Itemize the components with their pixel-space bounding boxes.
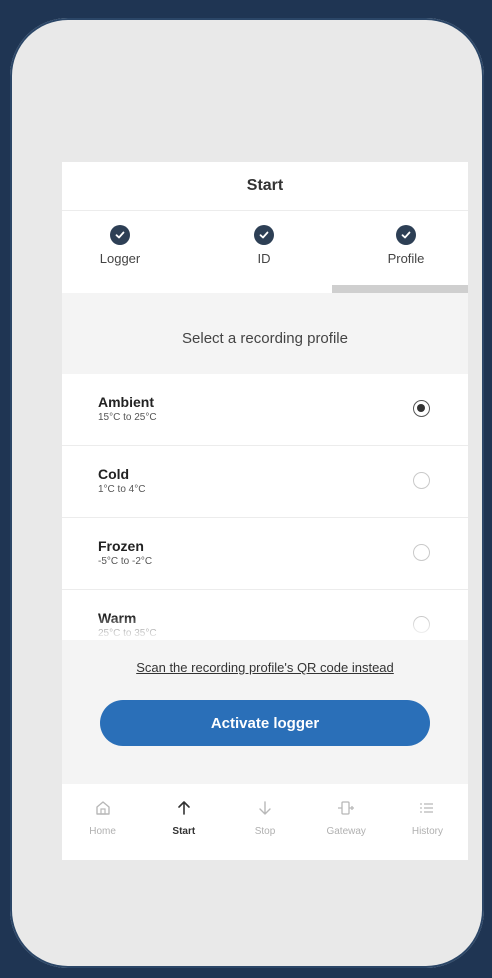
nav-home[interactable]: Home	[62, 784, 143, 860]
radio-unselected[interactable]	[413, 616, 430, 633]
step-id[interactable]: ID	[214, 225, 314, 266]
nav-label: Gateway	[326, 826, 366, 837]
check-icon	[254, 225, 274, 245]
profile-name: Frozen	[98, 538, 144, 554]
profile-range: 1°C to 4°C	[98, 484, 146, 495]
activate-logger-button[interactable]: Activate logger	[100, 700, 430, 746]
profile-range: -5°C to -2°C	[98, 556, 153, 567]
arrow-up-icon	[143, 798, 224, 818]
radio-unselected[interactable]	[413, 472, 430, 489]
active-step-indicator	[332, 285, 468, 293]
radio-selected[interactable]	[413, 400, 430, 417]
profile-option-frozen[interactable]: Frozen -5°C to -2°C	[62, 518, 468, 590]
check-icon	[396, 225, 416, 245]
profile-option-ambient[interactable]: Ambient 15°C to 25°C	[62, 374, 468, 446]
step-label: Profile	[387, 251, 425, 266]
nav-stop[interactable]: Stop	[224, 784, 305, 860]
profile-name: Warm	[98, 610, 137, 626]
step-logger[interactable]: Logger	[70, 225, 170, 266]
nav-label: History	[411, 826, 443, 837]
home-icon	[62, 798, 143, 818]
profile-option-warm[interactable]: Warm 25°C to 35°C	[62, 590, 468, 640]
page-title: Start	[246, 177, 284, 194]
nav-label: Stop	[254, 826, 276, 837]
app-screen: Start Logger ID Profile Select a recordi…	[62, 162, 468, 860]
step-profile[interactable]: Profile	[356, 225, 456, 266]
profile-option-cold[interactable]: Cold 1°C to 4°C	[62, 446, 468, 518]
list-icon	[387, 798, 468, 818]
nav-history[interactable]: History	[387, 784, 468, 860]
progress-stepper: Logger ID Profile	[62, 211, 468, 293]
profile-name: Cold	[98, 466, 130, 482]
bottom-nav: Home Start Stop Gateway History	[62, 784, 468, 860]
gateway-icon	[306, 798, 387, 818]
check-icon	[110, 225, 130, 245]
top-bar: Start	[62, 162, 468, 211]
nav-gateway[interactable]: Gateway	[306, 784, 387, 860]
profile-range: 15°C to 25°C	[98, 412, 157, 423]
phone-frame: Start Logger ID Profile Select a recordi…	[10, 18, 484, 968]
radio-unselected[interactable]	[413, 544, 430, 561]
nav-start[interactable]: Start	[143, 784, 224, 860]
step-label: Logger	[99, 251, 141, 266]
arrow-down-icon	[224, 798, 305, 818]
profile-list[interactable]: Ambient 15°C to 25°C Cold 1°C to 4°C Fro…	[62, 374, 468, 640]
step-label: ID	[257, 251, 271, 266]
nav-label: Home	[89, 826, 116, 837]
nav-label: Start	[172, 826, 196, 837]
profile-name: Ambient	[98, 394, 154, 410]
scan-qr-link[interactable]: Scan the recording profile's QR code ins…	[62, 660, 468, 675]
section-prompt: Select a recording profile	[182, 330, 348, 347]
profile-range: 25°C to 35°C	[98, 628, 157, 639]
